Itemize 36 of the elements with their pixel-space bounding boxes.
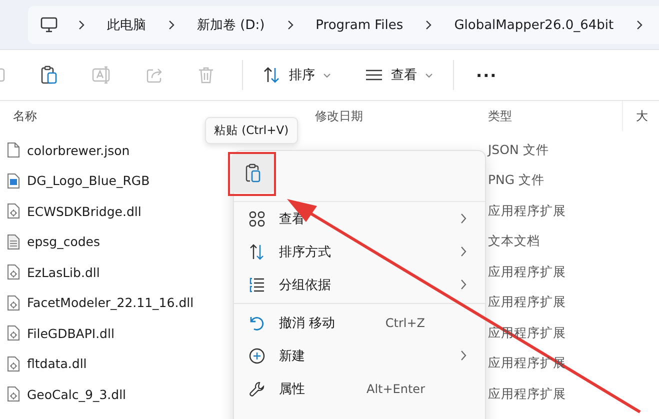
- file-name[interactable]: FacetModeler_22.11_16.dll: [27, 295, 194, 310]
- column-header[interactable]: 类型: [488, 109, 512, 123]
- file-name[interactable]: fltdata.dll: [27, 356, 87, 372]
- breadcrumb-item[interactable]: Program Files: [316, 18, 404, 32]
- file-type: 应用程序扩展: [488, 386, 566, 401]
- more-button[interactable]: ···: [466, 62, 508, 88]
- column-header[interactable]: 名称: [13, 109, 37, 123]
- menu-item[interactable]: 分组依据: [234, 268, 485, 301]
- menu-item[interactable]: 新建: [234, 339, 485, 372]
- tooltip: 粘贴 (Ctrl+V): [205, 117, 298, 144]
- address-bar[interactable]: 此电脑 新加卷 (D:) Program Files GlobalMapper26.0_64bit: [28, 6, 659, 44]
- sort-button[interactable]: 排序: [255, 62, 339, 88]
- file-name[interactable]: GeoCalc_9_3.dll: [27, 386, 126, 402]
- shortcut-text: Ctrl+Z: [385, 316, 425, 330]
- menu-item[interactable]: 撤消 移动 Ctrl+Z: [234, 306, 485, 339]
- breadcrumb-item[interactable]: GlobalMapper26.0_64bit: [454, 18, 614, 32]
- menu-item[interactable]: 属性 Alt+Enter: [234, 372, 485, 405]
- file-type: 应用程序扩展: [488, 202, 566, 218]
- menu-item[interactable]: 排序方式: [234, 235, 485, 268]
- shortcut-text: Alt+Enter: [366, 382, 425, 396]
- file-name[interactable]: ECWSDKBridge.dll: [27, 204, 142, 219]
- file-type: PNG 文件: [488, 172, 545, 188]
- file-name[interactable]: EzLasLib.dll: [27, 264, 100, 280]
- file-type: 应用程序扩展: [488, 294, 566, 310]
- file-name[interactable]: colorbrewer.json: [27, 142, 130, 158]
- breadcrumb-item[interactable]: 新加卷 (D:): [197, 16, 265, 34]
- file-name[interactable]: epsg_codes: [27, 234, 100, 250]
- view-button[interactable]: 查看: [357, 62, 441, 88]
- file-type: JSON 文件: [488, 142, 549, 157]
- file-type: 文本文档: [488, 233, 540, 248]
- column-header[interactable]: 修改日期: [315, 109, 363, 123]
- file-name[interactable]: DG_Logo_Blue_RGB: [27, 173, 150, 188]
- file-name[interactable]: FileGDBAPI.dll: [27, 326, 114, 341]
- breadcrumb-item[interactable]: 此电脑: [107, 16, 146, 34]
- file-type: 应用程序扩展: [488, 264, 566, 279]
- column-header[interactable]: 大: [636, 109, 648, 123]
